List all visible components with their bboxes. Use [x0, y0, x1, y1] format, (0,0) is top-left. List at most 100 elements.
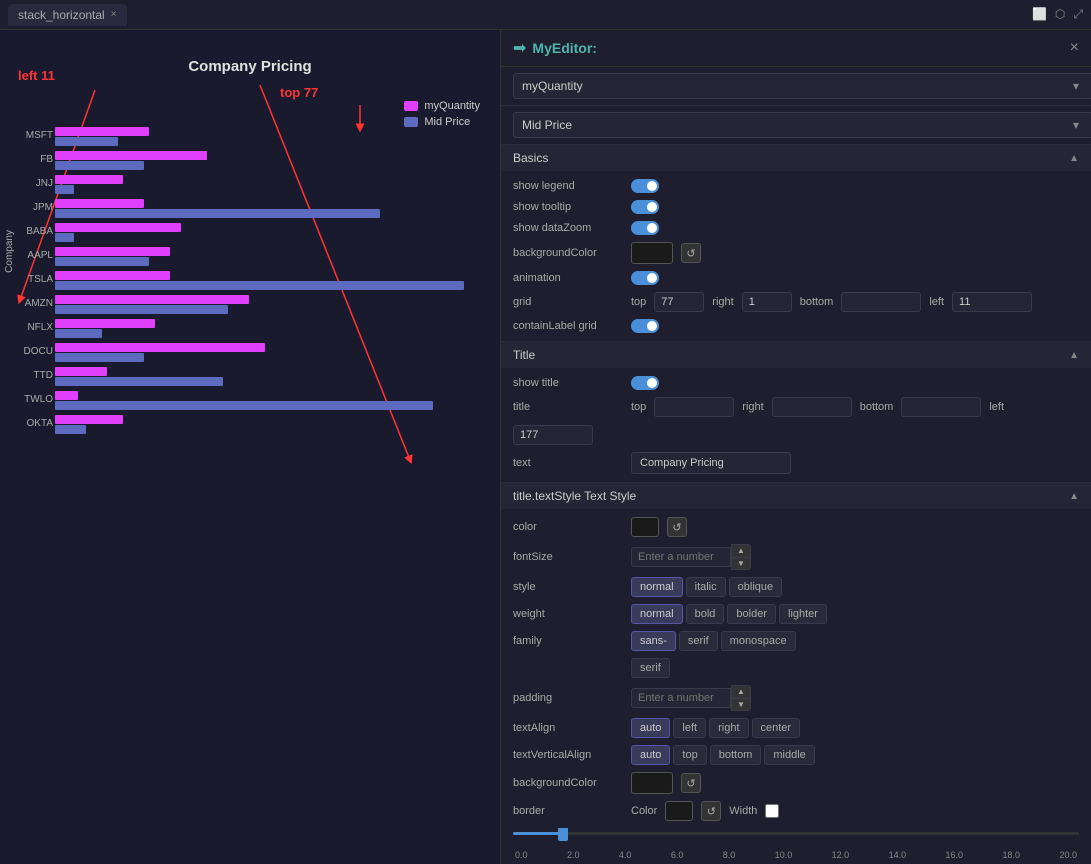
- ts-ta-center[interactable]: center: [752, 718, 801, 738]
- ts-border-row: border Color ↺ Width: [513, 801, 1079, 821]
- show-title-row: show title: [513, 376, 1079, 390]
- grid-bottom-input[interactable]: [841, 292, 921, 312]
- ts-fontsize-stepper: ▲ ▼: [631, 544, 751, 570]
- bar-row: OKTA: [55, 413, 490, 435]
- right-scroll-area[interactable]: Basics ▲ show legend show tooltip show d…: [501, 145, 1091, 864]
- grid-right-input[interactable]: [742, 292, 792, 312]
- ts-tva-top[interactable]: top: [673, 745, 706, 765]
- bar-row: MSFT: [55, 125, 490, 147]
- ts-weight-normal[interactable]: normal: [631, 604, 683, 624]
- bar-pink: [55, 319, 155, 328]
- ts-family-sans[interactable]: sans-: [631, 631, 676, 651]
- ts-weight-row: weight normal bold bolder lighter: [513, 604, 1079, 624]
- show-datazoom-row: show dataZoom: [513, 221, 1079, 235]
- ts-fontsize-label: fontSize: [513, 551, 623, 563]
- editor-title: MyEditor:: [532, 40, 597, 56]
- title-section: Title ▲ show title title top right bot: [501, 342, 1091, 483]
- slider-tick-20: 20.0: [1059, 850, 1077, 860]
- ts-style-normal[interactable]: normal: [631, 577, 683, 597]
- ts-ta-left[interactable]: left: [673, 718, 706, 738]
- bar-purple: [55, 185, 74, 194]
- slider-track[interactable]: [513, 832, 1079, 835]
- series-select-1[interactable]: myQuantity: [513, 73, 1091, 99]
- series-select-2[interactable]: Mid Price: [513, 112, 1091, 138]
- bar-row: AMZN: [55, 293, 490, 315]
- bar-label: FB: [5, 149, 53, 171]
- bar-pink: [55, 295, 249, 304]
- ts-fontsize-row: fontSize ▲ ▼: [513, 544, 1079, 570]
- background-color-swatch[interactable]: [631, 242, 673, 264]
- slider-thumb[interactable]: [558, 828, 568, 841]
- title-right-input[interactable]: [772, 397, 852, 417]
- show-datazoom-label: show dataZoom: [513, 222, 623, 234]
- bar-label: JNJ: [5, 173, 53, 195]
- ts-fontsize-down[interactable]: ▼: [731, 558, 751, 571]
- tab-close-icon[interactable]: ×: [111, 9, 117, 20]
- show-datazoom-toggle[interactable]: [631, 221, 659, 235]
- ts-tva-auto[interactable]: auto: [631, 745, 670, 765]
- ts-ta-right[interactable]: right: [709, 718, 748, 738]
- ts-weight-bold[interactable]: bold: [686, 604, 725, 624]
- ts-border-color-reset[interactable]: ↺: [701, 801, 721, 821]
- ts-family-label: family: [513, 635, 623, 647]
- show-legend-toggle[interactable]: [631, 179, 659, 193]
- bar-pink: [55, 223, 181, 232]
- background-color-reset[interactable]: ↺: [681, 243, 701, 263]
- ts-textalign-buttons: auto left right center: [631, 718, 800, 738]
- ts-fontsize-up[interactable]: ▲: [731, 544, 751, 558]
- ts-border-width-check[interactable]: [765, 804, 779, 818]
- ts-color-row: color ↺: [513, 517, 1079, 537]
- ts-weight-lighter[interactable]: lighter: [779, 604, 827, 624]
- ts-ta-auto[interactable]: auto: [631, 718, 670, 738]
- ts-fontsize-input[interactable]: [631, 547, 731, 567]
- title-text-input[interactable]: [631, 452, 791, 474]
- bar-purple: [55, 401, 433, 410]
- bar-row: TSLA: [55, 269, 490, 291]
- ts-padding-down[interactable]: ▼: [731, 699, 751, 712]
- ts-weight-bolder[interactable]: bolder: [727, 604, 776, 624]
- bar-label: AAPL: [5, 245, 53, 267]
- bar-label: AMZN: [5, 293, 53, 315]
- title-section-header[interactable]: Title ▲: [501, 342, 1091, 368]
- bar-pink: [55, 415, 123, 424]
- ts-style-oblique[interactable]: oblique: [729, 577, 782, 597]
- ts-bgcolor-reset[interactable]: ↺: [681, 773, 701, 793]
- animation-toggle[interactable]: [631, 271, 659, 285]
- show-title-toggle[interactable]: [631, 376, 659, 390]
- ts-padding-input[interactable]: [631, 688, 731, 708]
- bar-pink: [55, 151, 207, 160]
- grid-top-input[interactable]: [654, 292, 704, 312]
- bar-pink: [55, 247, 170, 256]
- title-right-label: right: [742, 401, 763, 413]
- ts-tva-bottom[interactable]: bottom: [710, 745, 762, 765]
- ts-color-swatch[interactable]: [631, 517, 659, 537]
- ts-family-monospace[interactable]: monospace: [721, 631, 796, 651]
- title-top-input[interactable]: [654, 397, 734, 417]
- title-bottom-input[interactable]: [901, 397, 981, 417]
- ts-bgcolor-swatch[interactable]: [631, 772, 673, 794]
- ts-border-color-swatch[interactable]: [665, 801, 693, 821]
- tab-label: stack_horizontal: [18, 8, 105, 22]
- tab-stack-horizontal[interactable]: stack_horizontal ×: [8, 4, 127, 26]
- restore-icon[interactable]: ⬜: [1032, 7, 1047, 22]
- editor-close-button[interactable]: ×: [1070, 39, 1079, 57]
- ts-family-serif-2[interactable]: serif: [631, 658, 670, 678]
- text-style-section-header[interactable]: title.textStyle Text Style ▲: [501, 483, 1091, 509]
- slider-tick-10: 10.0: [775, 850, 793, 860]
- ts-padding-label: padding: [513, 692, 623, 704]
- show-tooltip-toggle[interactable]: [631, 200, 659, 214]
- ts-family-serif[interactable]: serif: [679, 631, 718, 651]
- contain-label-toggle[interactable]: [631, 319, 659, 333]
- title-left-input[interactable]: [513, 425, 593, 445]
- maximize-icon[interactable]: ⤢: [1073, 7, 1083, 22]
- grid-left-input[interactable]: [952, 292, 1032, 312]
- ts-style-italic[interactable]: italic: [686, 577, 726, 597]
- ts-color-reset[interactable]: ↺: [667, 517, 687, 537]
- basics-section-header[interactable]: Basics ▲: [501, 145, 1091, 171]
- ts-padding-up[interactable]: ▲: [731, 685, 751, 699]
- ts-stepper-buttons: ▲ ▼: [731, 544, 751, 570]
- popout-icon[interactable]: ⬡: [1055, 7, 1065, 22]
- bar-purple: [55, 209, 380, 218]
- chart-legend: myQuantity Mid Price: [404, 100, 480, 128]
- ts-tva-middle[interactable]: middle: [764, 745, 814, 765]
